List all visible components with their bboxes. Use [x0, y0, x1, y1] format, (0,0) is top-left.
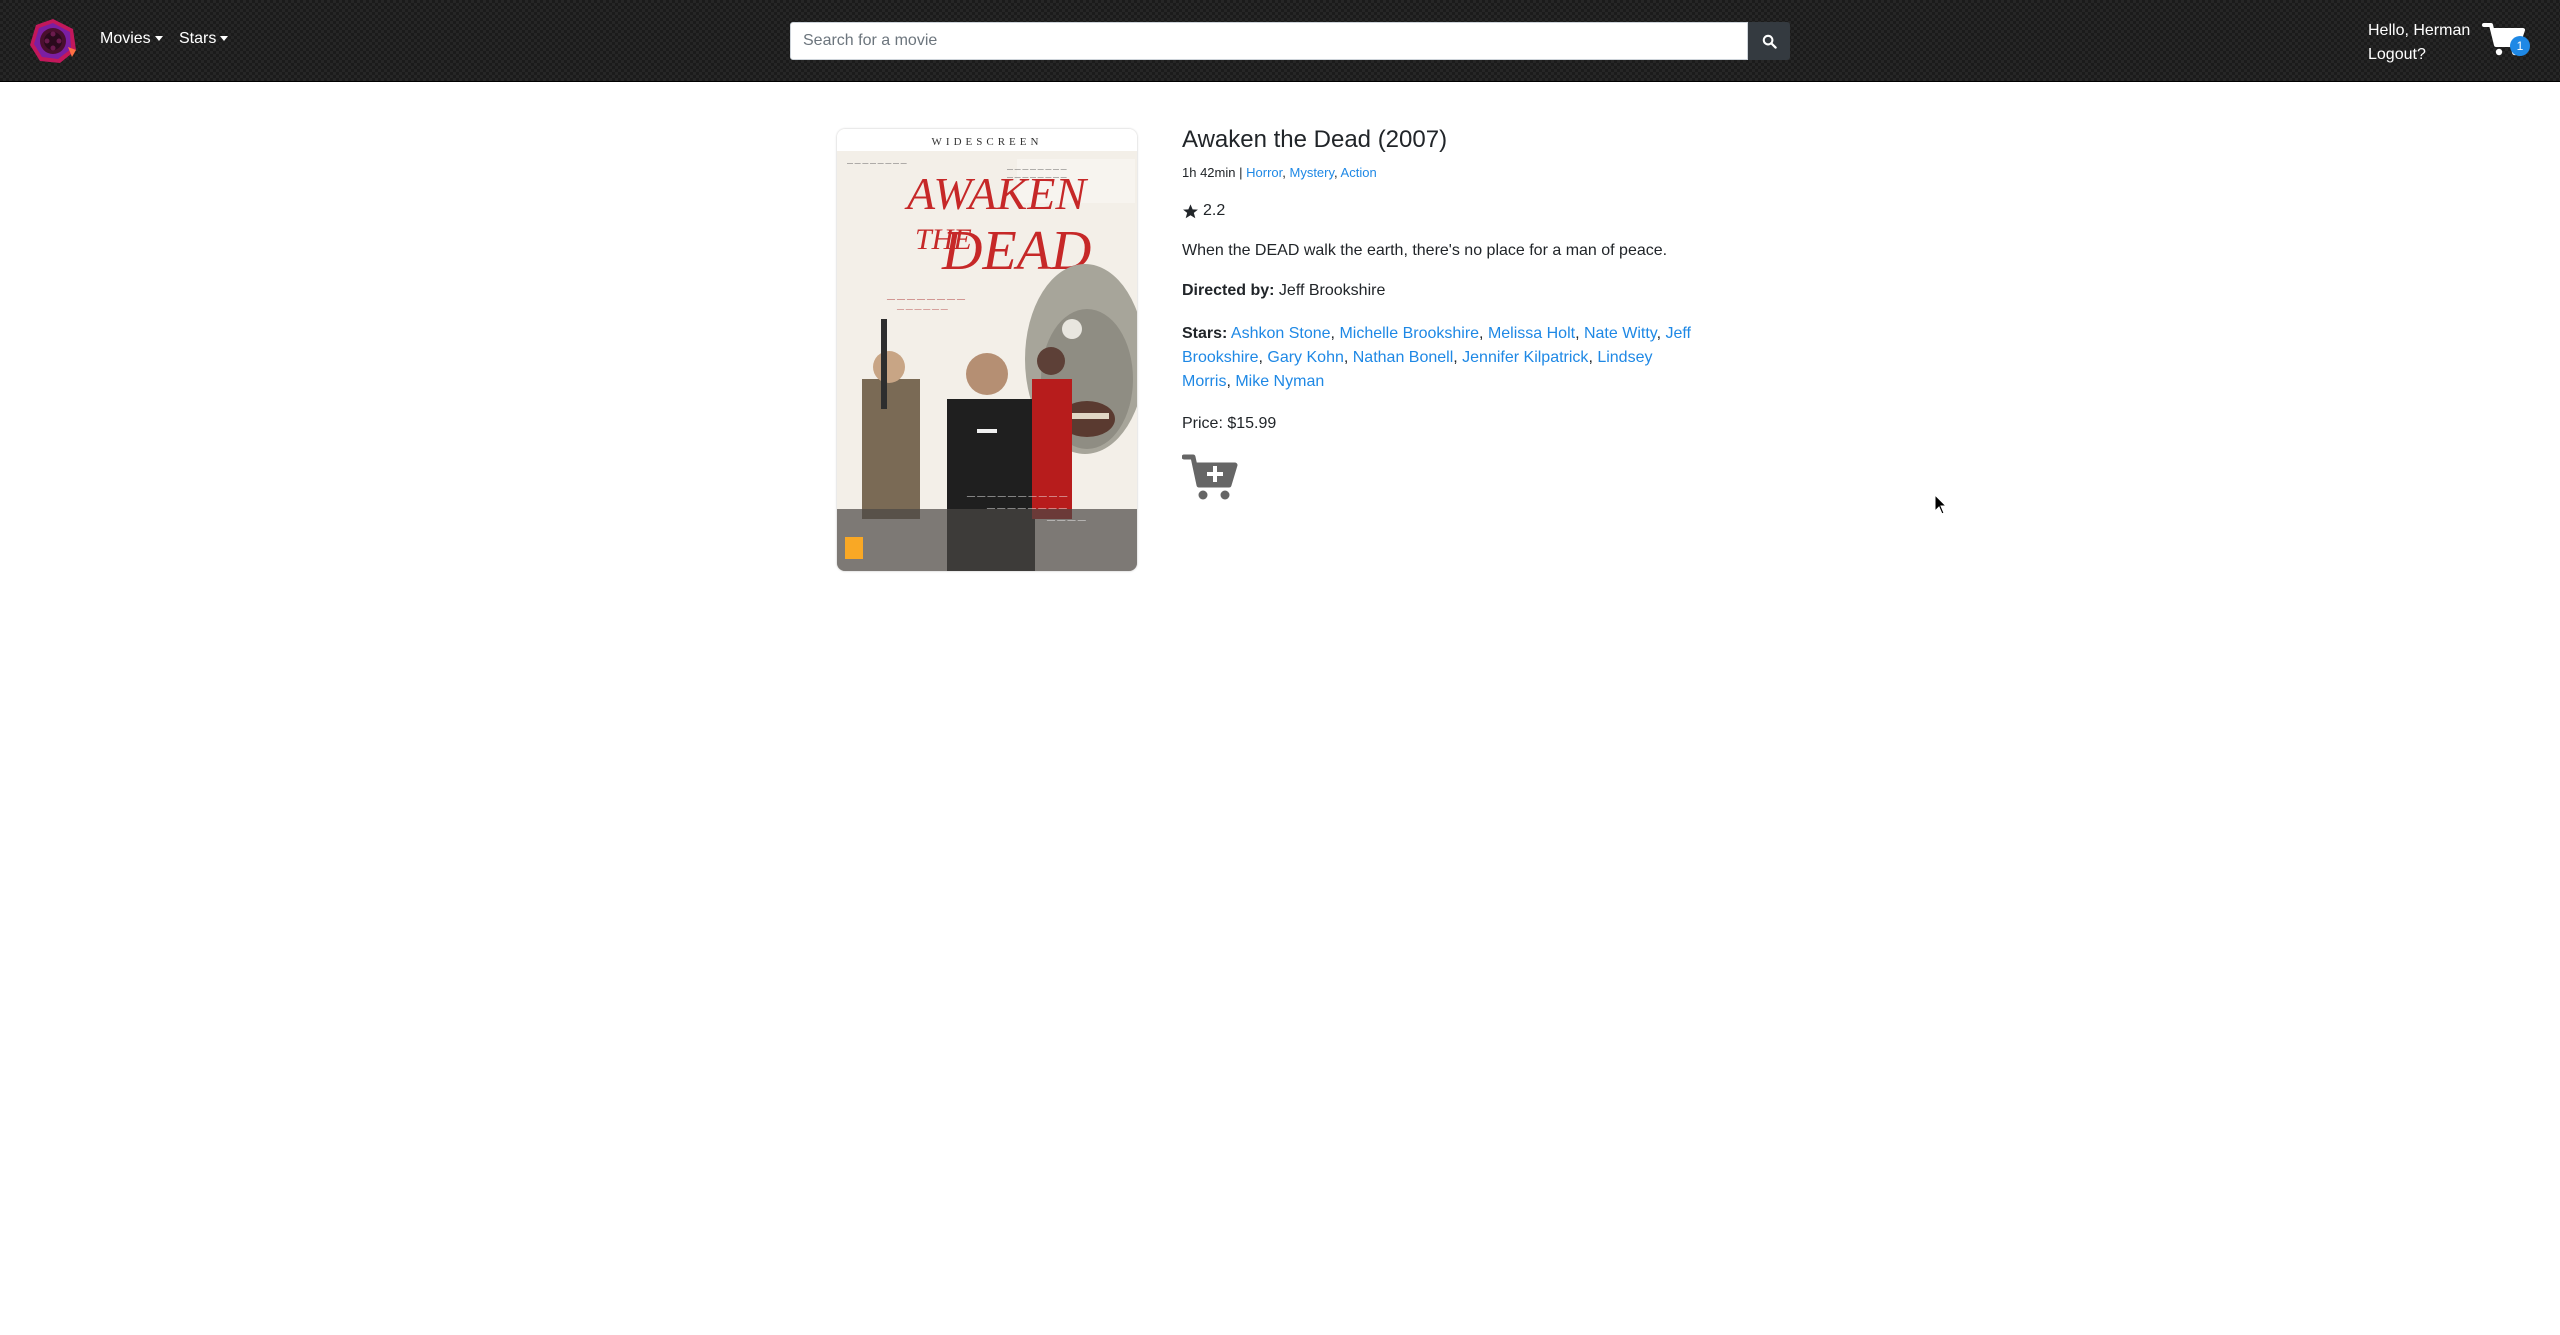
star-link[interactable]: Mike Nyman: [1235, 373, 1324, 390]
svg-text:— — — — — — — —: — — — — — — — —: [986, 503, 1068, 513]
search-icon: [1762, 34, 1777, 49]
star-link[interactable]: Nathan Bonell: [1353, 349, 1454, 366]
movie-price: Price: $15.99: [1182, 415, 1277, 432]
mouse-cursor-icon: [1934, 494, 1948, 515]
movie-poster: WIDESCREEN — — — — — — — — — — — — — — —…: [837, 129, 1137, 571]
star-link[interactable]: Jennifer Kilpatrick: [1462, 349, 1588, 366]
user-greeting: Hello, Herman: [2368, 22, 2471, 39]
runtime: 1h 42min: [1182, 165, 1236, 180]
nav-movies-label: Movies: [100, 30, 151, 47]
svg-text:AWAKEN: AWAKEN: [904, 168, 1088, 219]
caret-down-icon: [154, 36, 163, 42]
svg-text:— — — —: — — — —: [1046, 515, 1087, 525]
movie-title: Awaken the Dead (2007): [1182, 126, 1448, 153]
rating-value: 2.2: [1203, 202, 1226, 219]
svg-text:— — — — — — — —: — — — — — — — —: [847, 161, 907, 167]
cart-plus-icon[interactable]: [1182, 451, 1238, 503]
movie-tagline: When the DEAD walk the earth, there's no…: [1182, 242, 1668, 259]
star-link[interactable]: Michelle Brookshire: [1339, 325, 1479, 342]
nav-stars-label: Stars: [179, 30, 217, 47]
svg-text:— — — — — —: — — — — — —: [896, 305, 949, 313]
star-link[interactable]: Ashkon Stone: [1231, 325, 1331, 342]
director-line: Directed by: Jeff Brookshire: [1182, 282, 1385, 300]
reel-logo-icon[interactable]: [28, 17, 78, 65]
svg-text:WIDESCREEN: WIDESCREEN: [932, 136, 1043, 148]
stars-label: Stars:: [1182, 325, 1228, 342]
star-link[interactable]: Nate Witty: [1584, 325, 1657, 342]
genre-link-mystery[interactable]: Mystery: [1289, 165, 1334, 180]
svg-text:— — — — — — — —: — — — — — — — —: [886, 294, 966, 303]
movie-rating: 2.2: [1182, 202, 1225, 220]
star-link[interactable]: Gary Kohn: [1267, 349, 1343, 366]
user-greeting-block: Hello, Herman Logout?: [2368, 19, 2470, 67]
poster-image: WIDESCREEN — — — — — — — — — — — — — — —…: [837, 129, 1137, 571]
star-link[interactable]: Melissa Holt: [1488, 325, 1575, 342]
search-button[interactable]: [1748, 22, 1790, 60]
cart-count-badge: 1: [2510, 36, 2530, 56]
genre-link-horror[interactable]: Horror: [1246, 165, 1282, 180]
svg-text:— — — — — — — — — —: — — — — — — — — — —: [966, 491, 1068, 501]
stars-line: Stars: Ashkon Stone, Michelle Brookshire…: [1182, 325, 1691, 390]
genre-link-action[interactable]: Action: [1341, 165, 1377, 180]
star-icon: [1183, 203, 1198, 218]
navbar: Movies Stars Hello, Herman Logout? 1: [0, 0, 2560, 82]
director-name: Jeff Brookshire: [1278, 282, 1386, 299]
search-input[interactable]: [790, 22, 1748, 60]
meta-separator: |: [1239, 165, 1243, 180]
nav-stars-dropdown[interactable]: Stars: [179, 30, 229, 48]
nav-movies-dropdown[interactable]: Movies: [100, 30, 163, 48]
logout-link[interactable]: Logout?: [2368, 43, 2470, 67]
caret-down-icon: [220, 36, 229, 42]
movie-meta: 1h 42min | Horror, Mystery, Action: [1182, 165, 1377, 180]
director-label: Directed by:: [1182, 282, 1275, 299]
